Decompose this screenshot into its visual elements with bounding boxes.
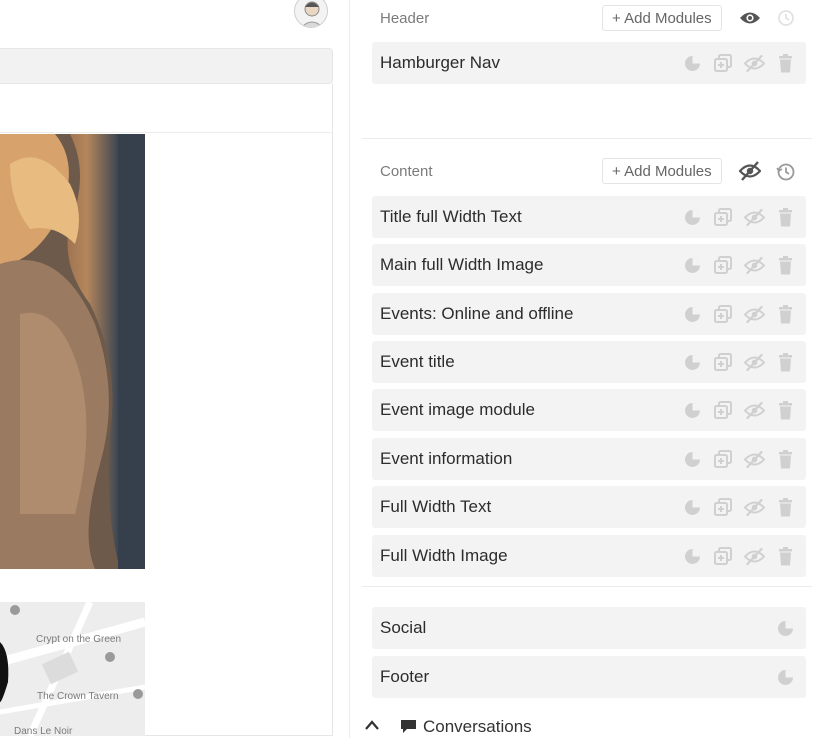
section-title: Header: [380, 9, 430, 27]
conversations-bar[interactable]: Conversations: [352, 714, 826, 738]
module-actions: [682, 341, 796, 383]
trash-icon[interactable]: [775, 449, 796, 470]
pie-chart-icon[interactable]: [682, 304, 703, 325]
user-avatar[interactable]: [294, 0, 328, 28]
module-actions: [682, 196, 796, 238]
module-actions: [682, 244, 796, 286]
eye-off-icon[interactable]: [744, 497, 765, 518]
duplicate-icon[interactable]: [713, 352, 734, 373]
duplicate-icon[interactable]: [713, 449, 734, 470]
history-icon[interactable]: [775, 161, 797, 183]
module-row[interactable]: Event image module: [372, 389, 806, 431]
map-label: Crypt on the Green: [36, 634, 122, 645]
module-label: Event information: [380, 449, 513, 468]
add-modules-button[interactable]: + Add Modules: [602, 158, 722, 184]
duplicate-icon[interactable]: [713, 207, 734, 228]
module-row[interactable]: Full Width Image: [372, 535, 806, 577]
duplicate-icon[interactable]: [713, 304, 734, 325]
module-label: Full Width Image: [380, 546, 508, 565]
module-label: Full Width Text: [380, 497, 492, 516]
duplicate-icon[interactable]: [713, 53, 734, 74]
module-row[interactable]: Main full Width Image: [372, 244, 806, 286]
module-hamburger-nav[interactable]: Hamburger Nav: [372, 42, 806, 84]
eye-icon[interactable]: [739, 7, 761, 29]
pie-chart-icon[interactable]: [682, 497, 703, 518]
map-label: The Crown Tavern: [37, 691, 119, 702]
hero-image: [0, 134, 145, 569]
eye-off-icon[interactable]: [744, 352, 765, 373]
preview-divider: [0, 132, 332, 133]
trash-icon[interactable]: [775, 207, 796, 228]
eye-off-icon[interactable]: [744, 400, 765, 421]
add-modules-button[interactable]: + Add Modules: [602, 5, 722, 31]
chat-bubble-icon: [400, 719, 417, 738]
duplicate-icon[interactable]: [713, 255, 734, 276]
conversations-label: Conversations: [423, 717, 532, 736]
trash-icon[interactable]: [775, 400, 796, 421]
eye-off-icon[interactable]: [744, 546, 765, 567]
chevron-up-icon[interactable]: [364, 718, 380, 736]
duplicate-icon[interactable]: [713, 546, 734, 567]
location-map[interactable]: Crypt on the Green The Crown Tavern Dans…: [0, 602, 145, 736]
module-footer[interactable]: Footer: [372, 656, 806, 698]
content-section-head: Content: [380, 158, 433, 184]
section-divider: [362, 586, 812, 587]
trash-icon[interactable]: [775, 352, 796, 373]
preview-address-bar: [0, 48, 333, 84]
section-title: Content: [380, 162, 433, 180]
section-divider: [362, 138, 812, 139]
module-actions: [682, 438, 796, 480]
eye-off-icon[interactable]: [739, 160, 761, 182]
pie-chart-icon[interactable]: [682, 207, 703, 228]
eye-off-icon[interactable]: [744, 255, 765, 276]
pie-chart-icon[interactable]: [682, 449, 703, 470]
module-actions: [682, 293, 796, 335]
pie-chart-icon[interactable]: [682, 546, 703, 567]
page-preview: Crypt on the Green The Crown Tavern Dans…: [0, 0, 350, 738]
header-section-head: Header: [380, 5, 429, 31]
module-actions: [775, 656, 796, 698]
module-label: Footer: [380, 667, 430, 686]
module-label: Social: [380, 618, 427, 637]
trash-icon[interactable]: [775, 53, 796, 74]
module-actions: [682, 42, 796, 84]
eye-off-icon[interactable]: [744, 449, 765, 470]
module-panel: Header + Add Modules Hamburger Nav Conte…: [352, 0, 826, 738]
module-label: Title full Width Text: [380, 207, 522, 226]
module-row[interactable]: Event information: [372, 438, 806, 480]
module-actions: [682, 535, 796, 577]
module-row[interactable]: Event title: [372, 341, 806, 383]
duplicate-icon[interactable]: [713, 497, 734, 518]
module-row[interactable]: Events: Online and offline: [372, 293, 806, 335]
pie-chart-icon[interactable]: [682, 53, 703, 74]
trash-icon[interactable]: [775, 497, 796, 518]
eye-off-icon[interactable]: [744, 53, 765, 74]
module-actions: [775, 607, 796, 649]
trash-icon[interactable]: [775, 304, 796, 325]
eye-off-icon[interactable]: [744, 207, 765, 228]
module-label: Event image module: [380, 400, 535, 419]
module-label: Event title: [380, 352, 455, 371]
module-row[interactable]: Full Width Text: [372, 486, 806, 528]
module-label: Events: Online and offline: [380, 304, 574, 323]
duplicate-icon[interactable]: [713, 400, 734, 421]
pie-chart-icon[interactable]: [682, 255, 703, 276]
module-label: Hamburger Nav: [380, 53, 500, 72]
module-row[interactable]: Title full Width Text: [372, 196, 806, 238]
map-label: Dans Le Noir: [14, 726, 73, 736]
eye-off-icon[interactable]: [744, 304, 765, 325]
pie-chart-icon[interactable]: [775, 667, 796, 688]
pie-chart-icon[interactable]: [682, 352, 703, 373]
module-actions: [682, 486, 796, 528]
pie-chart-icon[interactable]: [775, 618, 796, 639]
module-label: Main full Width Image: [380, 255, 544, 274]
trash-icon[interactable]: [775, 546, 796, 567]
history-icon[interactable]: [775, 7, 797, 29]
module-social[interactable]: Social: [372, 607, 806, 649]
trash-icon[interactable]: [775, 255, 796, 276]
pie-chart-icon[interactable]: [682, 400, 703, 421]
module-actions: [682, 389, 796, 431]
